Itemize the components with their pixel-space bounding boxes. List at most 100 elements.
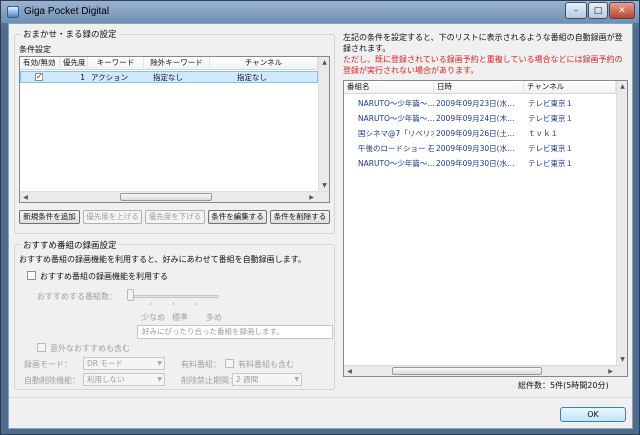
delete-condition-button[interactable]: 条件を削除する xyxy=(270,210,330,224)
program-list[interactable]: 番組名 日時 チャンネル NARUTO～少年篇～… 2009年09月23日(水… テ… xyxy=(343,80,628,377)
use-recommend-checkbox[interactable] xyxy=(27,271,36,280)
row-exclude: 指定なし xyxy=(153,73,183,82)
recommend-desc-box: 好みにぴったり合った番組を録画します。 xyxy=(137,325,333,339)
program-hscroll[interactable]: ◀ ▶ xyxy=(344,365,627,376)
col-enabled[interactable]: 有効/無効 xyxy=(20,57,60,70)
paid-checkbox[interactable] xyxy=(225,359,234,368)
program-name: NARUTO～少年篇～… xyxy=(358,114,434,123)
program-name: 午後のロードショー 石… xyxy=(358,144,434,153)
scroll-up-icon[interactable]: ▲ xyxy=(319,57,329,68)
auto-delete-select[interactable]: 利用しない ▼ xyxy=(83,373,165,386)
count-slider-thumb[interactable] xyxy=(127,289,134,301)
conditions-list-header: 有効/無効 優先度 キーワード 除外キーワード チャンネル xyxy=(20,57,329,70)
mode-label: 録画モード： xyxy=(24,360,72,369)
slider-label-many: 多め xyxy=(206,313,222,322)
program-name: NARUTO～少年篇～… xyxy=(358,159,434,168)
chevron-down-icon: ▼ xyxy=(157,360,162,367)
table-row[interactable]: NARUTO～少年篇～… 2009年09月24日(木… テレビ東京１ xyxy=(344,113,616,125)
protect-select[interactable]: 2 週間 ▼ xyxy=(232,373,302,386)
slider-tick xyxy=(196,302,197,305)
recommend-group: おすすめ番組の録画設定 おすすめ番組の録画機能を利用すると、好みにあわせて番組を… xyxy=(14,239,335,390)
divider xyxy=(9,397,632,398)
minimize-button[interactable]: – xyxy=(565,2,587,19)
priority-down-button[interactable]: 優先度を下げる xyxy=(145,210,205,224)
edit-condition-button[interactable]: 条件を編集する xyxy=(208,210,267,224)
title-bar[interactable]: Giga Pocket Digital – □ ✕ xyxy=(1,1,639,23)
slider-tick xyxy=(173,302,174,305)
col-channel[interactable]: チャンネル xyxy=(210,57,318,70)
app-window: Giga Pocket Digital – □ ✕ おまかせ・まる録の設定 条件… xyxy=(0,0,640,435)
hscroll-thumb[interactable] xyxy=(392,367,542,375)
row-keyword: アクション xyxy=(91,73,129,82)
table-row[interactable]: 国シネマ@7「リベリオン」2009年09月26日(土… ｔｖｋ１ xyxy=(344,128,616,140)
hscroll-thumb[interactable] xyxy=(120,193,212,201)
program-channel: テレビ東京１ xyxy=(528,144,573,153)
conditions-vscroll[interactable]: ▲ ▼ xyxy=(318,57,329,191)
dialog-client: おまかせ・まる録の設定 条件設定 有効/無効 優先度 キーワード 除外キーワード… xyxy=(8,23,633,429)
window-title: Giga Pocket Digital xyxy=(24,6,110,17)
program-datetime: 2009年09月24日(木… xyxy=(436,114,515,123)
conditions-hscroll[interactable]: ◀ ▶ xyxy=(20,191,329,202)
col-channel[interactable]: チャンネル xyxy=(524,81,616,94)
col-keyword[interactable]: キーワード xyxy=(88,57,144,70)
col-program-name[interactable]: 番組名 xyxy=(344,81,434,94)
program-vscroll[interactable]: ▲ ▼ xyxy=(616,81,627,365)
preview-description: 左記の条件を設定すると、下のリストに表示されるような番組の自動録画が登録されます… xyxy=(343,33,623,53)
recommend-group-title: おすすめ番組の録画設定 xyxy=(21,239,119,251)
scroll-right-icon[interactable]: ▶ xyxy=(306,192,317,202)
conditions-label: 条件設定 xyxy=(19,45,51,54)
table-row[interactable]: NARUTO～少年篇～… 2009年09月23日(水… テレビ東京１ xyxy=(344,98,616,110)
omakase-group: おまかせ・まる録の設定 条件設定 有効/無効 優先度 キーワード 除外キーワード… xyxy=(14,28,335,234)
program-name: 国シネマ@7「リベリオン」 xyxy=(358,129,434,138)
program-name: NARUTO～少年篇～… xyxy=(358,99,434,108)
close-button[interactable]: ✕ xyxy=(609,2,635,19)
program-datetime: 2009年09月26日(土… xyxy=(436,129,515,138)
scroll-down-icon[interactable]: ▼ xyxy=(617,354,627,365)
slider-tick xyxy=(150,302,151,305)
program-list-header: 番組名 日時 チャンネル xyxy=(344,81,627,94)
col-exclude[interactable]: 除外キーワード xyxy=(144,57,210,70)
row-priority: 1 xyxy=(80,73,85,82)
program-channel: ｔｖｋ１ xyxy=(528,129,558,138)
maximize-button[interactable]: □ xyxy=(588,2,608,19)
add-condition-button[interactable]: 新規条件を追加 xyxy=(19,210,80,224)
auto-delete-value: 利用しない xyxy=(87,375,125,384)
scroll-right-icon[interactable]: ▶ xyxy=(605,366,616,376)
program-datetime: 2009年09月30日(水… xyxy=(436,144,515,153)
unexpected-checkbox[interactable] xyxy=(37,343,46,352)
col-priority[interactable]: 優先度 xyxy=(60,57,88,70)
table-row[interactable]: NARUTO～少年篇～… 2009年09月30日(水… テレビ東京１ xyxy=(344,158,616,170)
protect-value: 2 週間 xyxy=(236,375,259,384)
scroll-down-icon[interactable]: ▼ xyxy=(319,180,329,191)
program-channel: テレビ東京１ xyxy=(528,159,573,168)
row-channel: 指定なし xyxy=(237,73,267,82)
use-recommend-label: おすすめ番組の録画機能を利用する xyxy=(40,272,168,281)
count-slider-track[interactable] xyxy=(127,295,219,298)
program-datetime: 2009年09月23日(水… xyxy=(436,99,515,108)
count-label: おすすめする番組数： xyxy=(37,292,117,301)
chevron-down-icon: ▼ xyxy=(157,376,162,383)
paid-label: 有料番組： xyxy=(181,360,221,369)
table-row[interactable]: 午後のロードショー 石…2009年09月30日(水… テレビ東京１ xyxy=(344,143,616,155)
chevron-down-icon: ▼ xyxy=(294,376,299,383)
mode-select-value: DR モード xyxy=(87,359,123,368)
scroll-up-icon[interactable]: ▲ xyxy=(617,81,627,92)
auto-delete-label: 自動削除機能： xyxy=(24,376,80,385)
unexpected-label: 意外なおすすめも含む xyxy=(50,344,130,353)
total-count: 総件数：5件(5時間20分) xyxy=(518,381,609,390)
mode-select[interactable]: DR モード ▼ xyxy=(83,357,165,370)
ok-button[interactable]: OK xyxy=(560,407,626,422)
program-channel: テレビ東京１ xyxy=(528,114,573,123)
paid-checkbox-label: 有料番組も含む xyxy=(238,360,294,369)
scroll-left-icon[interactable]: ◀ xyxy=(20,192,31,202)
col-datetime[interactable]: 日時 xyxy=(434,81,524,94)
preview-warning: ただし、既に登録されている録画予約と重複している場合などには録画予約の登録が実行… xyxy=(343,55,623,75)
row-enabled-checkbox[interactable] xyxy=(35,72,43,81)
scroll-left-icon[interactable]: ◀ xyxy=(344,366,355,376)
app-icon xyxy=(7,6,19,18)
conditions-list[interactable]: 有効/無効 優先度 キーワード 除外キーワード チャンネル 1 アクション 指定… xyxy=(19,56,330,203)
program-datetime: 2009年09月30日(水… xyxy=(436,159,515,168)
slider-label-few: 少なめ xyxy=(141,313,165,322)
table-row[interactable]: 1 アクション 指定なし 指定なし xyxy=(20,71,318,83)
priority-up-button[interactable]: 優先度を上げる xyxy=(83,210,142,224)
